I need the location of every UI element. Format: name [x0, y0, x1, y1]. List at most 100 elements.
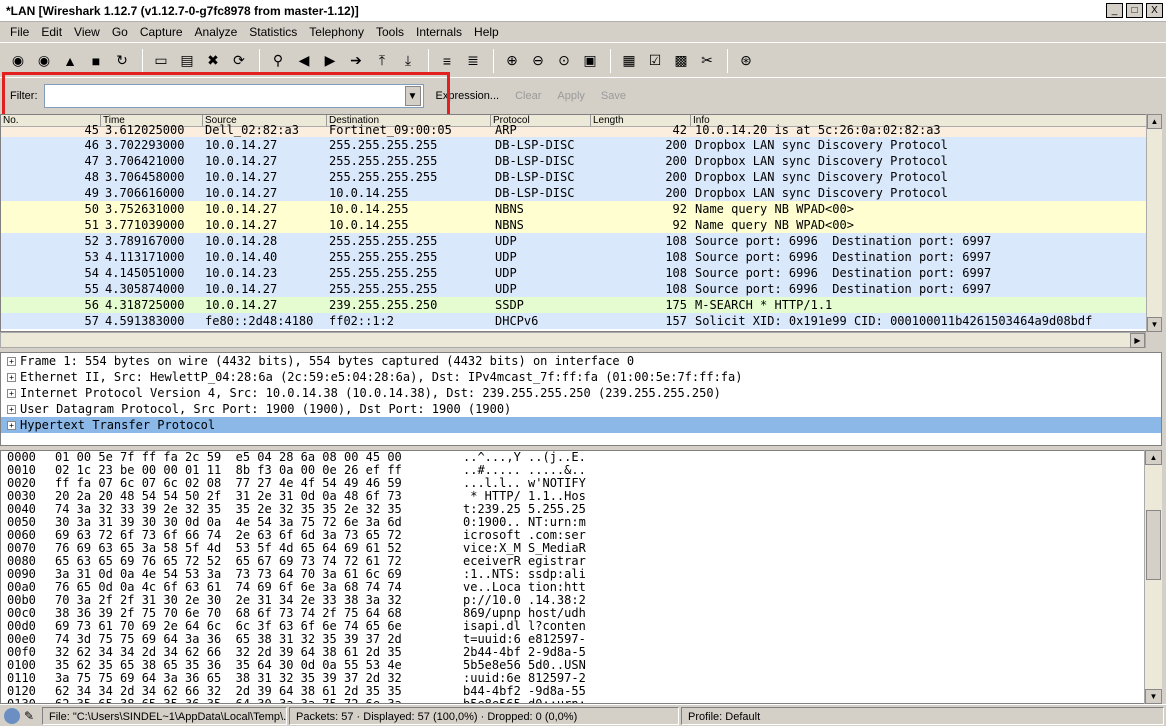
- autoscroll-icon[interactable]: ≣: [461, 49, 485, 73]
- detail-tree-item[interactable]: + User Datagram Protocol, Src Port: 1900 …: [1, 401, 1161, 417]
- menu-tools[interactable]: Tools: [370, 25, 410, 39]
- packet-row[interactable]: 45 3.612025000 Dell_02:82:a3 Fortinet_09:00…: [1, 124, 1161, 137]
- goto-icon[interactable]: ➔: [344, 49, 368, 73]
- menu-statistics[interactable]: Statistics: [243, 25, 303, 39]
- packet-bytes-pane[interactable]: 0000 01 00 5e 7f ff fa 2c 59 e5 04 28 6a …: [0, 450, 1162, 704]
- display-filters-icon[interactable]: ☑: [643, 49, 667, 73]
- packet-src: 10.0.14.27: [205, 186, 278, 200]
- packet-row[interactable]: 52 3.789167000 10.0.14.28 255.255.255.255 UD…: [1, 233, 1161, 249]
- menu-analyze[interactable]: Analyze: [189, 25, 244, 39]
- first-packet-icon[interactable]: ⤒: [370, 49, 394, 73]
- find-icon[interactable]: ⚲: [266, 49, 290, 73]
- packet-row[interactable]: 55 4.305874000 10.0.14.27 255.255.255.255 UD…: [1, 281, 1161, 297]
- detail-text: User Datagram Protocol, Src Port: 1900 (…: [20, 402, 512, 416]
- packet-no: 47: [84, 154, 99, 168]
- scroll-thumb[interactable]: [1146, 510, 1161, 580]
- expand-icon[interactable]: +: [7, 388, 16, 398]
- preferences-icon[interactable]: ✂: [695, 49, 719, 73]
- capture-filters-icon[interactable]: ▦: [617, 49, 641, 73]
- zoom-out-icon[interactable]: ⊖: [526, 49, 550, 73]
- packet-row[interactable]: 49 3.706616000 10.0.14.27 10.0.14.255 DB-LSP…: [1, 185, 1161, 201]
- packet-list[interactable]: No. Time Source Destination Protocol Length In…: [0, 114, 1162, 332]
- apply-button[interactable]: Apply: [553, 90, 589, 102]
- packet-info: Dropbox LAN sync Discovery Protocol: [695, 170, 948, 184]
- back-icon[interactable]: ◀: [292, 49, 316, 73]
- packet-src: 10.0.14.27: [205, 218, 278, 232]
- packet-list-vertical-scrollbar[interactable]: ▲ ▼: [1146, 114, 1162, 332]
- zoom-normal-icon[interactable]: ⊙: [552, 49, 576, 73]
- packet-details-tree[interactable]: + Frame 1: 554 bytes on wire (4432 bits),…: [0, 352, 1162, 446]
- menu-view[interactable]: View: [68, 25, 106, 39]
- restart-capture-icon[interactable]: ↻: [110, 49, 134, 73]
- status-profile[interactable]: Profile: Default: [681, 706, 1164, 725]
- scroll-down-icon[interactable]: ▼: [1147, 317, 1162, 332]
- options-icon[interactable]: ◉: [32, 49, 56, 73]
- menu-go[interactable]: Go: [106, 25, 134, 39]
- scroll-down-icon[interactable]: ▼: [1145, 689, 1162, 704]
- packet-row[interactable]: 56 4.318725000 10.0.14.27 239.255.255.250 SS…: [1, 297, 1161, 313]
- save-filter-button[interactable]: Save: [597, 90, 630, 102]
- scroll-up-icon[interactable]: ▲: [1147, 114, 1162, 129]
- packet-row[interactable]: 54 4.145051000 10.0.14.23 255.255.255.255 UD…: [1, 265, 1161, 281]
- stop-capture-icon[interactable]: ■: [84, 49, 108, 73]
- colorize-icon[interactable]: ≡: [435, 49, 459, 73]
- detail-tree-item[interactable]: + Hypertext Transfer Protocol: [1, 417, 1161, 433]
- forward-icon[interactable]: ▶: [318, 49, 342, 73]
- detail-tree-item[interactable]: + Frame 1: 554 bytes on wire (4432 bits),…: [1, 353, 1161, 369]
- packet-proto: NBNS: [495, 202, 524, 216]
- coloring-rules-icon[interactable]: ▩: [669, 49, 693, 73]
- packet-row[interactable]: 50 3.752631000 10.0.14.27 10.0.14.255 NBNS 92…: [1, 201, 1161, 217]
- packet-row[interactable]: 47 3.706421000 10.0.14.27 255.255.255.255 DB…: [1, 153, 1161, 169]
- interfaces-icon[interactable]: ◉: [6, 49, 30, 73]
- packet-row[interactable]: 57 4.591383000 fe80::2d48:4180 ff02::1:2 DHC…: [1, 313, 1161, 329]
- packet-src: 10.0.14.28: [205, 234, 278, 248]
- expand-icon[interactable]: +: [7, 420, 16, 430]
- resize-columns-icon[interactable]: ▣: [578, 49, 602, 73]
- packet-dst: 10.0.14.255: [329, 186, 409, 200]
- expand-icon[interactable]: +: [7, 356, 16, 366]
- expert-info-icon[interactable]: [4, 707, 20, 724]
- packet-info: Source port: 6996 Destination port: 6997: [695, 234, 992, 248]
- zoom-in-icon[interactable]: ⊕: [500, 49, 524, 73]
- packet-src: 10.0.14.27: [205, 154, 278, 168]
- close-button[interactable]: X: [1146, 3, 1163, 18]
- menu-internals[interactable]: Internals: [410, 25, 468, 39]
- capture-comment-icon[interactable]: ✎: [24, 709, 38, 723]
- help-icon[interactable]: ⊛: [734, 49, 758, 73]
- maximize-button[interactable]: □: [1126, 3, 1143, 18]
- clear-button[interactable]: Clear: [511, 90, 545, 102]
- menu-file[interactable]: File: [4, 25, 35, 39]
- packet-row[interactable]: 53 4.113171000 10.0.14.40 255.255.255.255 UD…: [1, 249, 1161, 265]
- packet-no: 57: [84, 314, 99, 328]
- start-capture-icon[interactable]: ▲: [58, 49, 82, 73]
- packet-dst: 10.0.14.255: [329, 218, 409, 232]
- detail-tree-item[interactable]: + Ethernet II, Src: HewlettP_04:28:6a (2c…: [1, 369, 1161, 385]
- packet-row[interactable]: 51 3.771039000 10.0.14.27 10.0.14.255 NBNS 92…: [1, 217, 1161, 233]
- packet-proto: UDP: [495, 282, 517, 296]
- save-icon[interactable]: ▤: [175, 49, 199, 73]
- close-file-icon[interactable]: ✖: [201, 49, 225, 73]
- packet-row[interactable]: 48 3.706458000 10.0.14.27 255.255.255.255 DB…: [1, 169, 1161, 185]
- packet-time: 4.113171000: [105, 250, 185, 264]
- packet-list-horizontal-scrollbar[interactable]: ▶: [0, 332, 1146, 348]
- menu-telephony[interactable]: Telephony: [303, 25, 370, 39]
- menu-help[interactable]: Help: [468, 25, 505, 39]
- packet-info: Source port: 6996 Destination port: 6997: [695, 282, 992, 296]
- expand-icon[interactable]: +: [7, 404, 16, 414]
- bytes-vertical-scrollbar[interactable]: ▲ ▼: [1144, 450, 1162, 704]
- status-packets: Packets: 57 · Displayed: 57 (100,0%) · D…: [289, 706, 679, 725]
- packet-info: M-SEARCH * HTTP/1.1: [695, 298, 833, 312]
- minimize-button[interactable]: _: [1106, 3, 1123, 18]
- open-icon[interactable]: ▭: [149, 49, 173, 73]
- packet-row[interactable]: 46 3.702293000 10.0.14.27 255.255.255.255 DB…: [1, 137, 1161, 153]
- reload-icon[interactable]: ⟳: [227, 49, 251, 73]
- menu-edit[interactable]: Edit: [35, 25, 68, 39]
- detail-text: Internet Protocol Version 4, Src: 10.0.1…: [20, 386, 721, 400]
- scroll-right-icon[interactable]: ▶: [1130, 333, 1145, 348]
- expand-icon[interactable]: +: [7, 372, 16, 382]
- last-packet-icon[interactable]: ⤓: [396, 49, 420, 73]
- packet-time: 4.318725000: [105, 298, 185, 312]
- scroll-up-icon[interactable]: ▲: [1145, 450, 1162, 465]
- detail-tree-item[interactable]: + Internet Protocol Version 4, Src: 10.0.…: [1, 385, 1161, 401]
- menu-capture[interactable]: Capture: [134, 25, 189, 39]
